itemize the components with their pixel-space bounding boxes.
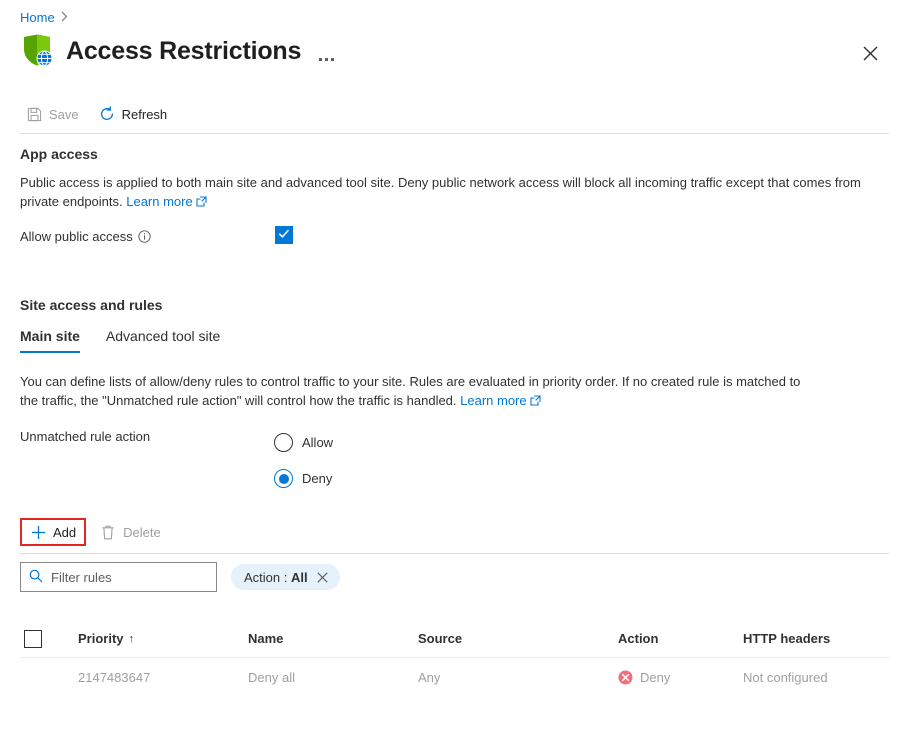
cell-action: Deny (618, 670, 743, 685)
filter-pill-close-icon[interactable] (317, 571, 329, 583)
column-header-source-label: Source (418, 631, 462, 646)
close-button[interactable] (855, 40, 885, 70)
site-access-description-text: You can define lists of allow/deny rules… (20, 374, 800, 408)
add-button-highlight: Add (20, 518, 86, 546)
column-header-name-label: Name (248, 631, 283, 646)
cell-action-label: Deny (640, 670, 670, 685)
filter-row: Action : All (20, 562, 340, 592)
select-all-checkbox[interactable] (24, 630, 42, 648)
column-header-http-headers-label: HTTP headers (743, 631, 830, 646)
page-title-row: Access Restrictions (20, 33, 340, 69)
filter-pill-text: Action : All (244, 570, 308, 585)
page-title: Access Restrictions (66, 35, 301, 67)
column-header-source[interactable]: Source (418, 631, 618, 646)
radio-allow-indicator (274, 433, 293, 452)
chevron-right-icon (61, 10, 68, 26)
plus-icon (30, 524, 46, 540)
app-access-learn-more-link[interactable]: Learn more (126, 194, 192, 209)
cell-name: Deny all (248, 670, 418, 685)
refresh-icon (99, 106, 115, 122)
column-header-priority-label: Priority (78, 631, 124, 646)
save-label: Save (49, 107, 79, 122)
external-link-icon (196, 193, 207, 212)
tab-advanced-tool-site[interactable]: Advanced tool site (106, 328, 220, 353)
tab-main-site[interactable]: Main site (20, 328, 80, 353)
rules-toolbar: Add Delete (20, 518, 163, 546)
checkmark-icon (278, 228, 290, 243)
site-tabs: Main site Advanced tool site (20, 328, 220, 353)
column-header-action-label: Action (618, 631, 658, 646)
tab-main-site-label: Main site (20, 328, 80, 344)
table-header-row: Priority ↑ Name Source Action HTTP heade… (20, 620, 889, 658)
breadcrumb: Home (20, 10, 68, 26)
trash-icon (100, 524, 116, 540)
refresh-label: Refresh (122, 107, 168, 122)
site-access-learn-more-link[interactable]: Learn more (460, 393, 526, 408)
breadcrumb-home-link[interactable]: Home (20, 10, 55, 26)
allow-public-access-label-row: Allow public access (20, 229, 151, 244)
tab-advanced-tool-site-label: Advanced tool site (106, 328, 220, 344)
shield-globe-icon (20, 33, 54, 69)
filter-pill-key: Action : (244, 570, 291, 585)
radio-allow-label: Allow (302, 435, 333, 450)
cell-http-headers: Not configured (743, 670, 903, 685)
filter-pill-value: All (291, 570, 308, 585)
allow-public-access-checkbox[interactable] (275, 226, 293, 244)
ellipsis-dot (319, 58, 322, 61)
command-bar: Save Refresh (20, 99, 889, 129)
column-header-http-headers[interactable]: HTTP headers (743, 631, 903, 646)
add-rule-button[interactable]: Add (28, 522, 78, 542)
delete-rule-label: Delete (123, 525, 161, 540)
unmatched-rule-action-label: Unmatched rule action (20, 427, 150, 446)
cell-source: Any (418, 670, 618, 685)
toolbar-divider (20, 133, 889, 134)
radio-deny[interactable]: Deny (274, 469, 332, 488)
select-all-cell (20, 630, 78, 648)
deny-icon (618, 670, 633, 685)
app-access-heading: App access (20, 146, 98, 162)
radio-deny-indicator (274, 469, 293, 488)
site-access-description: You can define lists of allow/deny rules… (20, 372, 810, 411)
sort-ascending-icon: ↑ (129, 633, 135, 645)
column-header-action[interactable]: Action (618, 631, 743, 646)
site-access-heading: Site access and rules (20, 297, 162, 313)
radio-allow[interactable]: Allow (274, 433, 333, 452)
column-header-name[interactable]: Name (248, 631, 418, 646)
close-icon (863, 46, 878, 64)
filter-rules-search-box[interactable] (20, 562, 217, 592)
save-button[interactable]: Save (20, 100, 89, 128)
radio-deny-label: Deny (302, 471, 332, 486)
search-icon (29, 569, 43, 586)
refresh-button[interactable]: Refresh (93, 100, 178, 128)
filter-pill-action[interactable]: Action : All (231, 564, 340, 590)
delete-rule-button[interactable]: Delete (98, 522, 163, 542)
ellipsis-dot (325, 58, 328, 61)
save-icon (26, 106, 42, 122)
add-rule-label: Add (53, 525, 76, 540)
rules-table: Priority ↑ Name Source Action HTTP heade… (20, 620, 889, 696)
ellipsis-dot (331, 58, 334, 61)
app-access-description: Public access is applied to both main si… (20, 173, 865, 212)
cell-priority: 2147483647 (78, 670, 248, 685)
external-link-icon (530, 392, 541, 411)
table-row[interactable]: 2147483647 Deny all Any Deny Not configu… (20, 658, 889, 696)
rules-toolbar-divider (20, 553, 889, 554)
column-header-priority[interactable]: Priority ↑ (78, 631, 248, 646)
search-input[interactable] (51, 570, 227, 585)
allow-public-access-label: Allow public access (20, 229, 133, 244)
more-options-button[interactable] (313, 36, 340, 66)
info-icon[interactable] (138, 230, 151, 243)
